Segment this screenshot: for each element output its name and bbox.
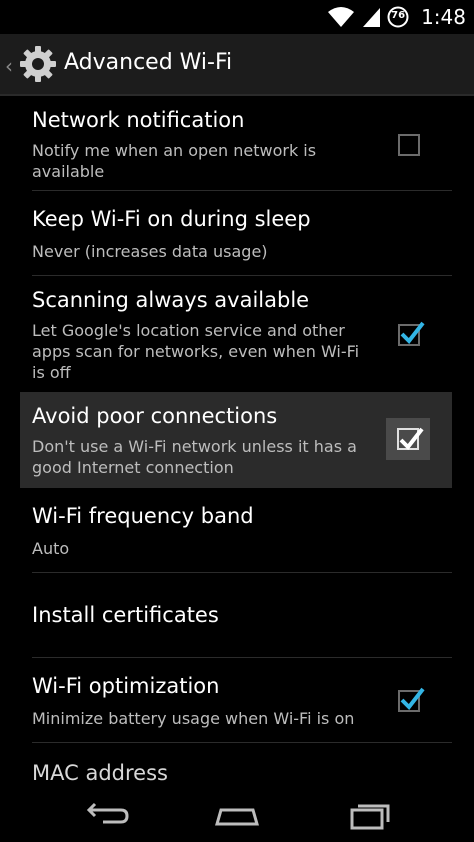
setting-summary: Never (increases data usage) <box>32 242 268 261</box>
setting-summary: Notify me when an open network is availa… <box>32 141 317 181</box>
setting-title: Wi-Fi optimization <box>32 674 220 698</box>
setting-title: Network notification <box>32 108 245 132</box>
home-button[interactable] <box>207 796 267 836</box>
setting-network-notification[interactable]: Network notification Notify me when an o… <box>20 96 452 190</box>
home-icon <box>215 808 259 826</box>
setting-title: Avoid poor connections <box>32 404 278 428</box>
setting-summary: Let Google's location service and other … <box>32 321 360 382</box>
avoid-poor-connections-checkbox[interactable] <box>386 418 430 460</box>
network-notification-checkbox[interactable] <box>398 134 420 156</box>
recents-icon <box>350 804 390 830</box>
setting-summary: Minimize battery usage when Wi-Fi is on <box>32 709 355 728</box>
setting-keep-wifi-on-during-sleep[interactable]: Keep Wi-Fi on during sleep Never (increa… <box>20 191 452 275</box>
signal-icon <box>363 8 381 27</box>
status-time: 1:48 <box>421 5 466 29</box>
setting-avoid-poor-connections[interactable]: Avoid poor connections Don't use a Wi-Fi… <box>20 392 452 488</box>
setting-wifi-frequency-band[interactable]: Wi-Fi frequency band Auto <box>20 488 452 572</box>
setting-wifi-optimization[interactable]: Wi-Fi optimization Minimize battery usag… <box>20 658 452 742</box>
battery-level: 76 <box>391 10 406 21</box>
setting-title: Wi-Fi frequency band <box>32 504 254 528</box>
wifi-icon <box>328 7 355 27</box>
back-button[interactable] <box>75 796 135 836</box>
setting-title: Install certificates <box>32 603 219 627</box>
setting-title: MAC address <box>32 761 168 785</box>
setting-scanning-always-available[interactable]: Scanning always available Let Google's l… <box>20 276 452 392</box>
up-button[interactable]: ‹ <box>0 34 62 94</box>
battery-icon: 76 <box>387 6 409 28</box>
setting-install-certificates[interactable]: Install certificates <box>20 573 452 657</box>
status-bar: 76 1:48 <box>0 0 474 34</box>
checkmark-icon <box>399 427 424 451</box>
wifi-optimization-checkbox[interactable] <box>398 687 425 712</box>
checkmark-icon <box>400 687 425 711</box>
setting-mac-address[interactable]: MAC address <box>20 743 452 790</box>
page-title: Advanced Wi-Fi <box>64 50 233 75</box>
setting-summary: Auto <box>32 539 70 558</box>
setting-title: Scanning always available <box>32 288 310 312</box>
status-icons: 76 1:48 <box>327 0 466 34</box>
navigation-bar <box>0 790 474 842</box>
recents-button[interactable] <box>340 796 400 836</box>
chevron-left-icon: ‹ <box>5 54 13 78</box>
setting-title: Keep Wi-Fi on during sleep <box>32 207 311 231</box>
action-bar: ‹ Advanced Wi-Fi <box>0 34 474 96</box>
setting-summary: Don't use a Wi-Fi network unless it has … <box>32 437 357 477</box>
checkmark-icon <box>400 321 425 345</box>
back-icon <box>86 802 129 824</box>
settings-gear-icon <box>20 46 56 82</box>
scanning-always-available-checkbox[interactable] <box>398 321 425 346</box>
